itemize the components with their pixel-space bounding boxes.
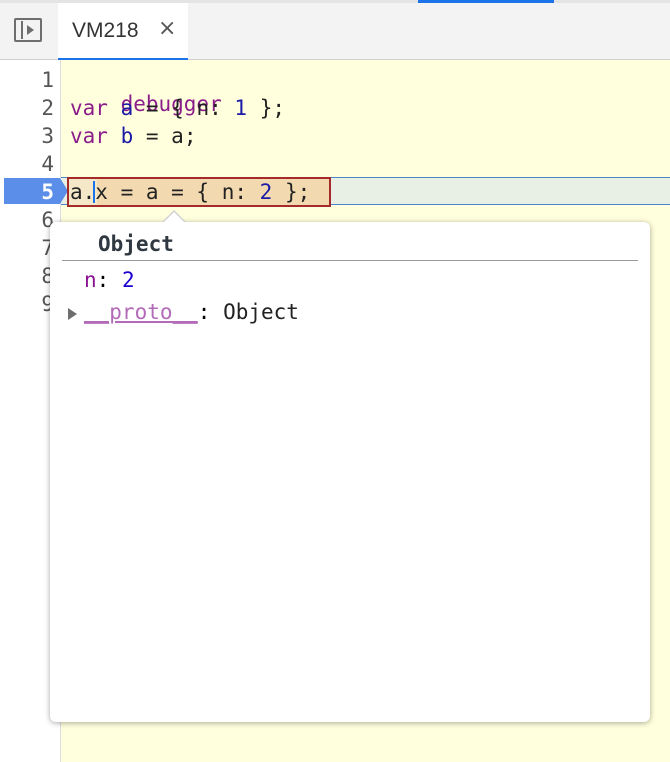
identifier[interactable]: b (121, 124, 134, 148)
code-line-5: a.x = a = { n: 2 }; (70, 180, 310, 204)
code-line-2: var a = { n: 1 }; (70, 96, 285, 120)
tab-filename: VM218 (72, 19, 139, 42)
source-editor[interactable]: 1 2 3 4 6 7 8 9 5 debugger var a = { n: … (0, 60, 670, 762)
number-literal: 2 (259, 180, 273, 204)
object-preview-popover: Object n: 2 __proto__: Object (50, 210, 650, 722)
popover-divider (62, 260, 638, 261)
code-line-3: var b = a; (70, 124, 196, 148)
code-text: }; (247, 96, 285, 120)
identifier[interactable]: a (121, 96, 134, 120)
line-number[interactable]: 2 (0, 96, 54, 120)
code-text: }; (272, 180, 311, 204)
popover-title: Object (98, 232, 174, 256)
number-literal: 1 (234, 96, 248, 120)
code-text: = a; (133, 124, 197, 148)
line-number[interactable]: 3 (0, 124, 54, 148)
line-number[interactable]: 8 (0, 264, 54, 288)
property-separator: : (96, 268, 122, 292)
line-number[interactable]: 6 (0, 208, 54, 232)
property-value: 2 (121, 268, 135, 292)
property-value: Object (223, 300, 299, 324)
triangle-right-icon[interactable] (68, 308, 77, 320)
keyword: var (70, 124, 108, 148)
navigator-toggle-icon[interactable] (14, 18, 42, 42)
keyword: var (70, 96, 108, 120)
line-number[interactable]: 7 (0, 236, 54, 260)
line-number[interactable]: 9 (0, 292, 54, 316)
current-line-number[interactable]: 5 (0, 180, 54, 204)
code-text: a.x = a = { n: (70, 180, 260, 204)
top-accent-indicator (418, 0, 554, 3)
property-key: n (84, 268, 97, 292)
property-row[interactable]: __proto__: Object (84, 300, 299, 324)
property-separator: : (197, 300, 224, 324)
tab-vm218[interactable]: VM218 × (58, 3, 188, 60)
line-number[interactable]: 4 (0, 152, 54, 176)
property-row[interactable]: n: 2 (84, 268, 135, 292)
text-caret (93, 181, 95, 203)
close-icon[interactable]: × (158, 16, 176, 41)
property-key: __proto__ (84, 300, 198, 324)
line-number[interactable]: 1 (0, 68, 54, 92)
tab-bar: VM218 × (0, 0, 670, 60)
code-text: = { n: (133, 96, 235, 120)
